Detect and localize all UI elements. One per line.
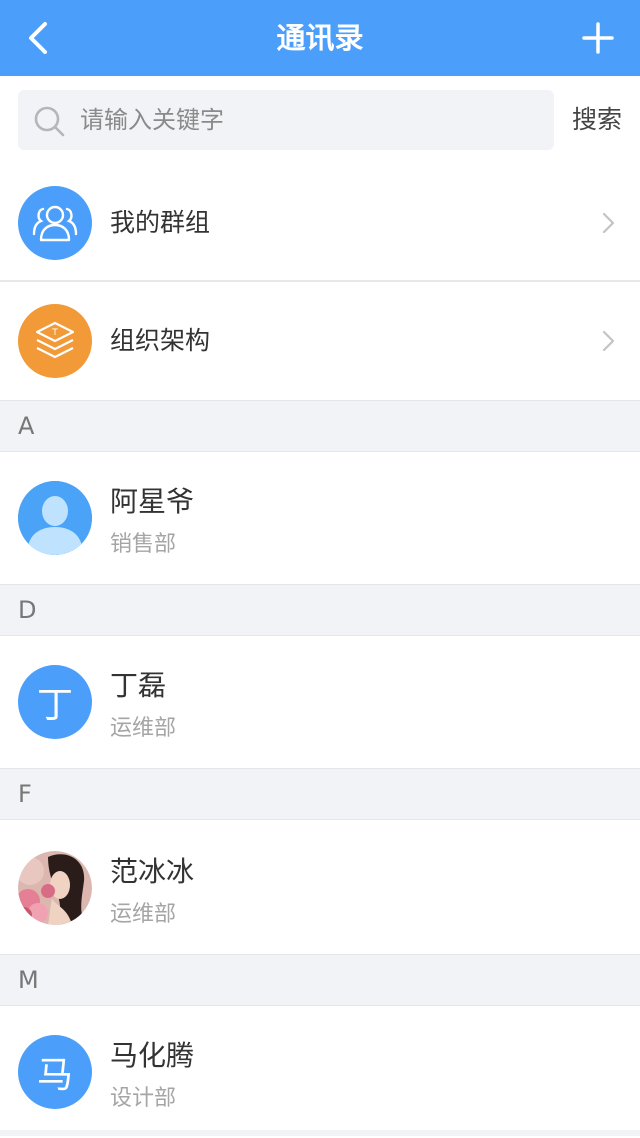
profile-photo <box>18 851 92 925</box>
avatar: 丁 <box>18 665 92 739</box>
avatar: 马 <box>18 1035 92 1109</box>
my-groups-label: 我的群组 <box>110 208 211 237</box>
contact-row[interactable]: 丁 丁磊 运维部 <box>0 636 640 768</box>
contact-department: 销售部 <box>110 532 177 557</box>
search-box[interactable] <box>18 90 554 150</box>
avatar <box>18 481 92 555</box>
bottom-divider <box>0 1130 640 1136</box>
contact-row[interactable]: 范冰冰 运维部 <box>0 822 640 954</box>
section-header-a: A <box>0 400 640 452</box>
chevron-right-icon <box>602 330 615 352</box>
contact-name: 丁磊 <box>110 669 167 702</box>
svg-text:T: T <box>51 328 58 338</box>
section-letter: M <box>18 966 39 994</box>
page-title: 通讯录 <box>276 21 364 55</box>
layers-icon-circle: T <box>18 304 92 378</box>
search-icon <box>34 106 65 137</box>
layers-icon: T <box>35 321 75 359</box>
org-structure-label: 组织架构 <box>110 326 211 355</box>
search-input[interactable] <box>80 90 540 150</box>
my-groups-entry[interactable]: 我的群组 <box>0 164 640 282</box>
section-letter: D <box>18 596 37 624</box>
contact-department: 运维部 <box>110 716 177 741</box>
add-contact-button[interactable] <box>574 14 622 62</box>
avatar-initial: 马 <box>36 1055 73 1096</box>
chevron-right-icon <box>602 212 615 234</box>
contact-row[interactable]: 阿星爷 销售部 <box>0 452 640 584</box>
group-icon-circle <box>18 186 92 260</box>
top-navbar: 通讯录 <box>0 0 640 76</box>
contact-row[interactable]: 马 马化腾 设计部 <box>0 1006 640 1138</box>
contact-name: 阿星爷 <box>110 485 195 518</box>
person-silhouette-icon <box>18 481 92 555</box>
contact-department: 设计部 <box>110 1086 177 1111</box>
search-button[interactable]: 搜索 <box>572 90 622 150</box>
org-structure-entry[interactable]: T 组织架构 <box>0 282 640 400</box>
contact-name: 马化腾 <box>110 1039 195 1072</box>
contact-department: 运维部 <box>110 902 177 927</box>
section-header-m: M <box>0 954 640 1006</box>
section-header-d: D <box>0 584 640 636</box>
avatar <box>18 851 92 925</box>
section-header-f: F <box>0 768 640 820</box>
search-bar: 搜索 <box>0 76 640 164</box>
section-letter: A <box>18 412 35 440</box>
avatar-initial: 丁 <box>36 685 73 726</box>
contact-name: 范冰冰 <box>110 855 195 888</box>
group-icon <box>32 205 78 242</box>
section-letter: F <box>18 780 32 808</box>
plus-icon <box>582 22 614 54</box>
